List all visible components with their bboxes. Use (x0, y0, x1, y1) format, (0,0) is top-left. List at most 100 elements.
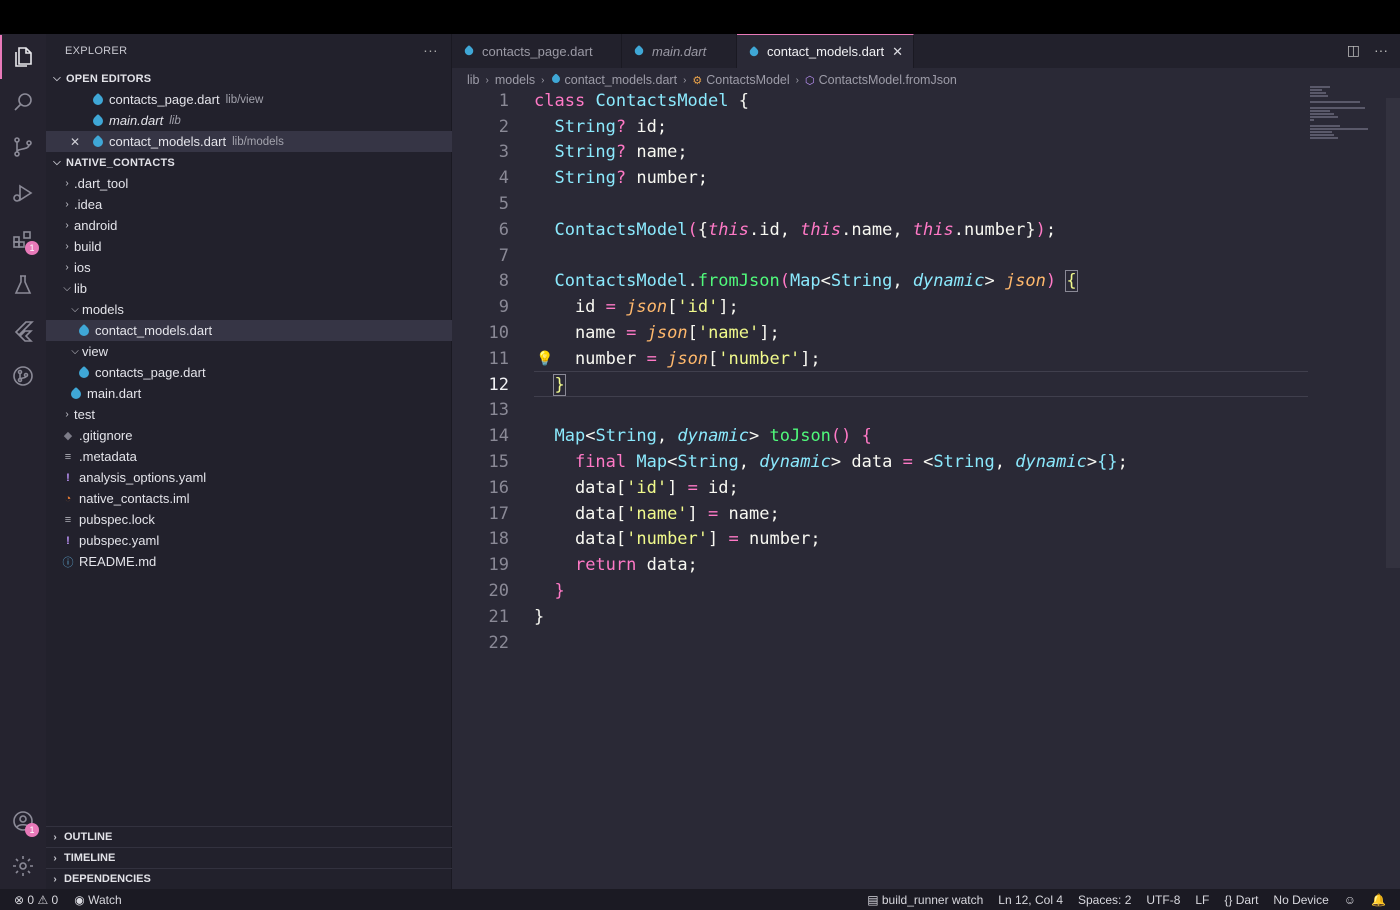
explorer-activity-button[interactable] (0, 35, 46, 79)
close-icon[interactable]: ✕ (70, 135, 80, 149)
accounts-activity-button[interactable]: 1 (0, 799, 46, 843)
dependencies-section[interactable]: › DEPENDENCIES (46, 868, 452, 889)
tree-file[interactable]: ≡ pubspec.lock (46, 509, 452, 530)
split-editor-icon[interactable]: ◫ (1347, 42, 1360, 59)
info-file-icon: ⓘ (62, 556, 74, 569)
code-text: number = json['number']; (534, 348, 821, 369)
language-mode[interactable]: {} Dart (1224, 893, 1258, 907)
tab-label: contacts_page.dart (482, 43, 593, 59)
flutter-activity-button[interactable] (0, 309, 46, 353)
code-line: 22 (452, 630, 1400, 656)
tree-folder[interactable]: › android (46, 215, 452, 236)
tree-folder-open[interactable]: ⌵ view (46, 341, 452, 362)
timeline-title: TIMELINE (64, 852, 116, 864)
more-actions-icon[interactable]: ··· (1374, 42, 1388, 59)
code-line: 8 ContactsModel.fromJson(Map<String, dyn… (452, 269, 1400, 295)
line-number: 21 (488, 606, 509, 627)
breadcrumb-item[interactable]: ContactsModel.fromJson (819, 73, 957, 87)
tree-folder[interactable]: › ios (46, 257, 452, 278)
run-debug-icon (13, 184, 33, 202)
line-number: 7 (498, 245, 509, 266)
chevron-right-icon: › (65, 262, 69, 273)
build-runner-item[interactable]: ▤ build_runner watch (867, 893, 983, 907)
outline-section[interactable]: › OUTLINE (46, 826, 452, 847)
code-line: 4 String? number; (452, 165, 1400, 191)
end-of-line[interactable]: LF (1195, 893, 1209, 907)
tree-folder-open[interactable]: ⌵ lib (46, 278, 452, 299)
tree-label: .dart_tool (74, 176, 129, 191)
tree-file[interactable]: ◆ .gitignore (46, 425, 452, 446)
tree-label: models (82, 302, 124, 317)
git-graph-activity-button[interactable] (0, 354, 46, 398)
search-activity-button[interactable] (0, 80, 46, 124)
line-number: 8 (498, 271, 509, 292)
testing-activity-button[interactable] (0, 263, 46, 307)
yaml-file-icon: ! (66, 534, 70, 547)
cursor-position[interactable]: Ln 12, Col 4 (998, 893, 1063, 907)
tree-folder[interactable]: › .idea (46, 194, 452, 215)
code-line: 16 data['id'] = id; (452, 475, 1400, 501)
tree-file[interactable]: ! analysis_options.yaml (46, 467, 452, 488)
tree-file-active[interactable]: contact_models.dart (46, 320, 452, 341)
tree-folder-open[interactable]: ⌵ models (46, 299, 452, 320)
problems-indicator[interactable]: ⊗ 0 ⚠ 0 (14, 893, 58, 907)
close-icon[interactable]: ✕ (892, 44, 903, 60)
chevron-right-icon: › (53, 852, 57, 864)
tree-file[interactable]: main.dart (46, 383, 452, 404)
method-icon: ⬡ (805, 74, 815, 87)
code-line: 6 ContactsModel({this.id, this.name, thi… (452, 217, 1400, 243)
source-control-activity-button[interactable] (0, 125, 46, 169)
code-line: 7 (452, 243, 1400, 269)
tab-contact-models[interactable]: contact_models.dart ✕ (737, 34, 914, 68)
tab-main[interactable]: main.dart (622, 34, 737, 68)
extensions-activity-button[interactable]: 1 (0, 217, 46, 261)
tree-file[interactable]: ⓘ README.md (46, 551, 452, 572)
breadcrumb-item[interactable]: ContactsModel (706, 73, 789, 87)
code-text: String? name; (554, 142, 688, 163)
line-number: 11 (488, 348, 509, 369)
tree-file[interactable]: ≡ .metadata (46, 446, 452, 467)
open-editor-item-active[interactable]: ✕ contact_models.dart lib/models (46, 131, 452, 152)
code-line: 20 } (452, 578, 1400, 604)
dart-file-icon (76, 323, 92, 339)
breadcrumb-item[interactable]: lib (467, 73, 480, 87)
tree-file[interactable]: ! pubspec.yaml (46, 530, 452, 551)
tree-file[interactable]: ◔ native_contacts.iml (46, 488, 452, 509)
dart-file-icon (76, 365, 92, 381)
timeline-section[interactable]: › TIMELINE (46, 847, 452, 868)
encoding[interactable]: UTF-8 (1146, 893, 1180, 907)
bell-icon[interactable]: 🔔 (1371, 893, 1386, 907)
tree-folder[interactable]: › test (46, 404, 452, 425)
tree-folder[interactable]: › .dart_tool (46, 173, 452, 194)
project-section[interactable]: ⌵ NATIVE_CONTACTS (46, 152, 452, 173)
watch-item[interactable]: ◉ Watch (74, 893, 121, 907)
open-editor-item[interactable]: contacts_page.dart lib/view (46, 89, 452, 110)
code-line: 9 id = json['id']; (452, 294, 1400, 320)
open-editor-item[interactable]: main.dart lib (46, 110, 452, 131)
device-selector[interactable]: No Device (1273, 893, 1328, 907)
chevron-right-icon: › (65, 241, 69, 252)
tree-label: pubspec.lock (79, 512, 155, 527)
tree-label: README.md (79, 554, 157, 569)
code-editor[interactable]: lib › models › contact_models.dart › ⚙ Conta… (452, 68, 1400, 889)
yaml-file-icon: ! (66, 471, 70, 484)
code-line-current: 12 } (452, 372, 1400, 398)
tab-contacts-page[interactable]: contacts_page.dart (452, 34, 622, 68)
tree-file[interactable]: contacts_page.dart (46, 362, 452, 383)
tree-folder[interactable]: › build (46, 236, 452, 257)
breadcrumb-item[interactable]: models (495, 73, 535, 87)
code-line: 3 String? name; (452, 140, 1400, 166)
breadcrumb-item[interactable]: contact_models.dart (565, 73, 678, 87)
open-editors-section[interactable]: ⌵ OPEN EDITORS (46, 68, 452, 89)
more-actions-icon[interactable]: ··· (423, 42, 438, 58)
code-line: 19 return data; (452, 552, 1400, 578)
eye-icon: ◉ (74, 892, 85, 907)
error-icon: ⊗ (14, 892, 25, 907)
settings-activity-button[interactable] (0, 844, 46, 888)
watch-label: Watch (88, 892, 122, 907)
run-debug-activity-button[interactable] (0, 171, 46, 215)
open-editor-path: lib (169, 114, 181, 127)
dart-file-icon (747, 45, 761, 58)
indentation[interactable]: Spaces: 2 (1078, 893, 1131, 907)
feedback-icon[interactable]: ☺ (1344, 893, 1356, 907)
